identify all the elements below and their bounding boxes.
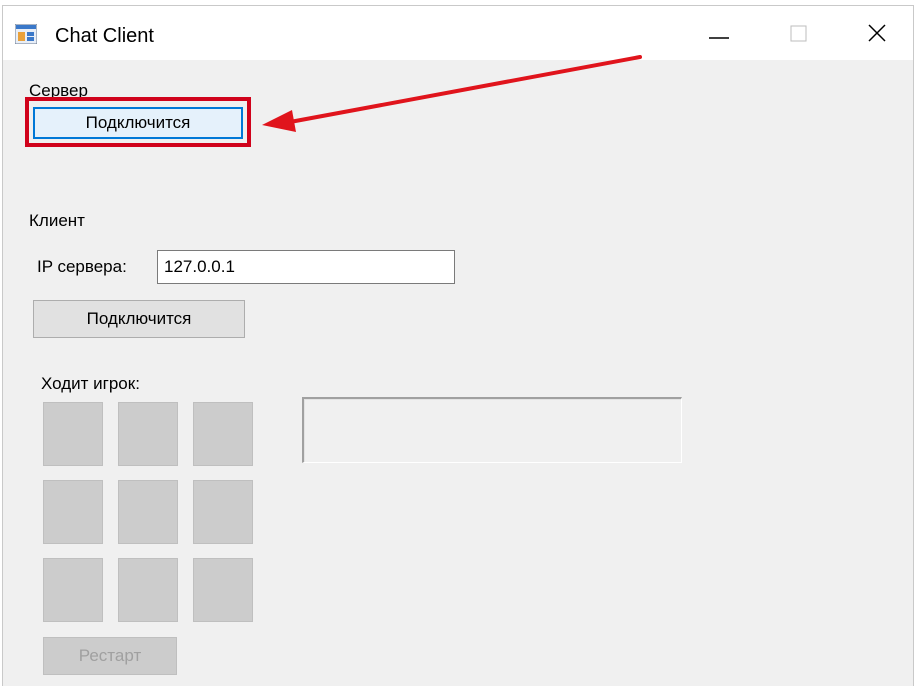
close-icon[interactable] [855,18,899,50]
minimize-icon[interactable] [697,18,741,50]
server-connect-button[interactable]: Подключится [33,107,243,139]
turn-label: Ходит игрок: [41,374,140,393]
status-textbox[interactable] [302,397,682,463]
title-bar[interactable]: Chat Client [3,6,913,60]
board-cell-1[interactable] [43,402,103,466]
board-cell-6[interactable] [193,480,253,544]
board-cell-5[interactable] [118,480,178,544]
board-cell-8[interactable] [118,558,178,622]
board-cell-9[interactable] [193,558,253,622]
board-cell-2[interactable] [118,402,178,466]
client-section-label: Клиент [29,211,85,230]
client-connect-button[interactable]: Подключится [33,300,245,338]
maximize-icon[interactable] [777,18,821,50]
ip-server-label: IP сервера: [37,257,127,276]
board-cell-7[interactable] [43,558,103,622]
server-section-label: Сервер [29,81,88,100]
board-cell-4[interactable] [43,480,103,544]
app-icon [15,24,37,44]
board-cell-3[interactable] [193,402,253,466]
restart-button[interactable]: Рестарт [43,637,177,675]
ip-server-input[interactable] [157,250,455,284]
window-title: Chat Client [55,25,154,47]
